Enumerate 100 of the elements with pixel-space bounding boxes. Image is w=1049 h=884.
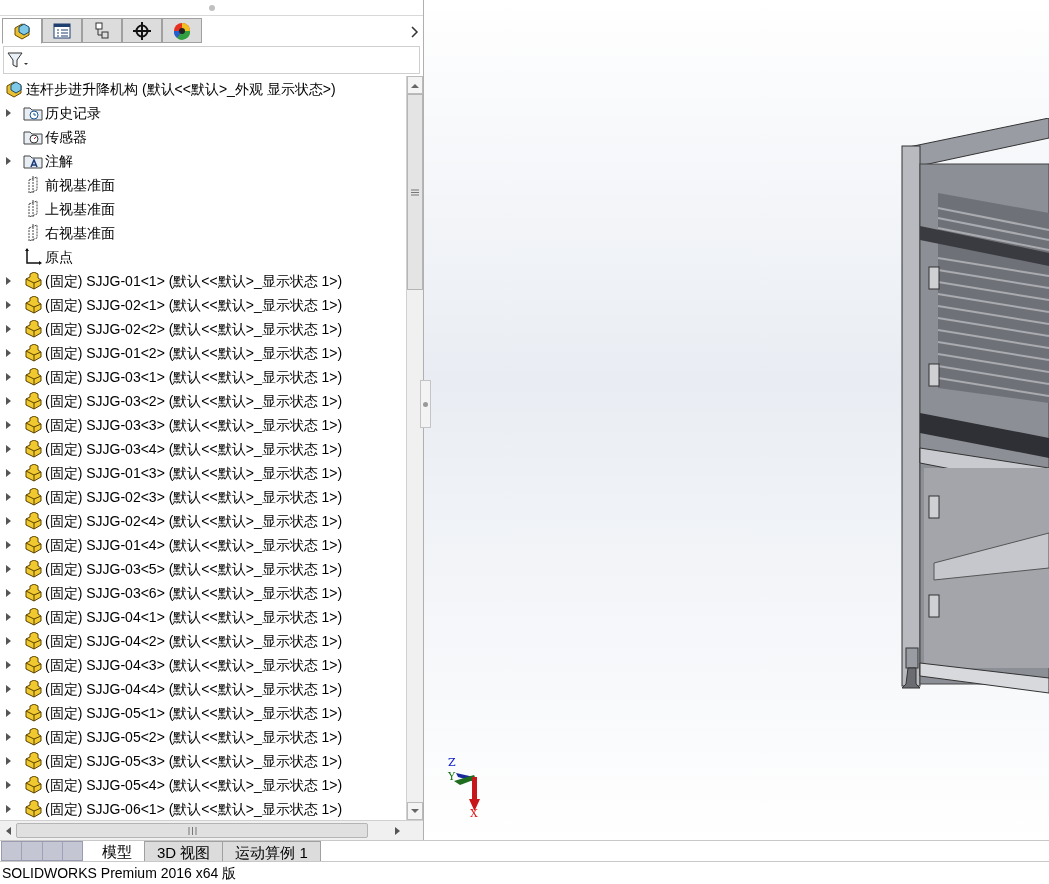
tree-item-label[interactable]: (固定) SJJG-03<5> (默认<<默认>_显示状态 1>) — [45, 558, 343, 580]
tree-item-label[interactable]: 原点 — [45, 246, 73, 268]
tree-item-label[interactable]: (固定) SJJG-05<1> (默认<<默认>_显示状态 1>) — [45, 702, 343, 724]
part-icon — [24, 800, 42, 818]
expand-arrow-icon[interactable] — [6, 421, 11, 429]
filter-icon[interactable] — [6, 50, 28, 70]
scroll-right-icon[interactable] — [395, 826, 401, 835]
expand-arrow-icon[interactable] — [6, 397, 11, 405]
annotation-folder-icon — [23, 153, 43, 169]
sensor-folder-icon — [23, 129, 43, 145]
tree-item-label[interactable]: (固定) SJJG-04<2> (默认<<默认>_显示状态 1>) — [45, 630, 343, 652]
expand-arrow-icon[interactable] — [6, 469, 11, 477]
tree-item-label[interactable]: (固定) SJJG-01<2> (默认<<默认>_显示状态 1>) — [45, 342, 343, 364]
horizontal-scroll-thumb[interactable] — [16, 823, 368, 838]
tree-item-label[interactable]: (固定) SJJG-02<2> (默认<<默认>_显示状态 1>) — [45, 318, 343, 340]
part-icon — [24, 296, 42, 314]
expand-arrow-icon[interactable] — [6, 277, 11, 285]
dimxpert-tab[interactable] — [122, 18, 162, 43]
z-axis-label: Z — [448, 757, 456, 769]
status-text: SOLIDWORKS Premium 2016 x64 版 — [2, 863, 237, 883]
expand-arrow-icon[interactable] — [6, 301, 11, 309]
tree-item-label[interactable]: 连杆步进升降机构 (默认<<默认>_外观 显示状态>) — [26, 78, 336, 100]
plane-icon — [26, 224, 40, 242]
expand-arrow-icon[interactable] — [6, 517, 11, 525]
feature-tree-icon — [12, 22, 32, 40]
display-tab[interactable] — [162, 18, 202, 43]
bottom-tab[interactable]: 3D 视图 — [145, 841, 224, 861]
part-icon — [24, 608, 42, 626]
panel-grip-icon[interactable] — [208, 4, 215, 11]
tree-item-label[interactable]: (固定) SJJG-04<3> (默认<<默认>_显示状态 1>) — [45, 654, 343, 676]
expand-arrow-icon[interactable] — [6, 493, 11, 501]
assembly-icon — [5, 80, 23, 98]
part-icon — [24, 344, 42, 362]
part-icon — [24, 728, 42, 746]
scroll-left-icon[interactable] — [5, 826, 11, 835]
display-icon — [173, 21, 191, 40]
bottom-tab[interactable]: 运动算例 1 — [223, 841, 321, 861]
expand-arrow-icon[interactable] — [6, 541, 11, 549]
tree-item-label[interactable]: (固定) SJJG-03<3> (默认<<默认>_显示状态 1>) — [45, 414, 343, 436]
tree-item-label[interactable]: (固定) SJJG-05<4> (默认<<默认>_显示状态 1>) — [45, 774, 343, 796]
tree-item-label[interactable]: 历史记录 — [45, 102, 101, 124]
part-icon — [24, 536, 42, 554]
part-icon — [24, 272, 42, 290]
expand-arrow-icon[interactable] — [6, 613, 11, 621]
expand-arrow-icon[interactable] — [6, 733, 11, 741]
plane-icon — [26, 176, 40, 194]
tree-item-label[interactable]: (固定) SJJG-01<3> (默认<<默认>_显示状态 1>) — [45, 462, 343, 484]
expand-arrow-icon[interactable] — [6, 157, 11, 165]
tree-item-label[interactable]: (固定) SJJG-02<1> (默认<<默认>_显示状态 1>) — [45, 294, 343, 316]
vertical-scrollbar[interactable] — [406, 76, 423, 820]
expand-arrow-icon[interactable] — [6, 445, 11, 453]
expand-arrow-icon[interactable] — [6, 805, 11, 813]
scroll-up-button[interactable] — [407, 76, 423, 94]
tree-item-label[interactable]: (固定) SJJG-04<1> (默认<<默认>_显示状态 1>) — [45, 606, 343, 628]
part-icon — [24, 320, 42, 338]
scroll-down-button[interactable] — [407, 802, 423, 820]
origin-icon — [24, 248, 42, 266]
expand-arrow-icon[interactable] — [6, 781, 11, 789]
part-icon — [24, 584, 42, 602]
part-icon — [24, 752, 42, 770]
expand-arrow-icon[interactable] — [6, 709, 11, 717]
expand-arrow-icon[interactable] — [6, 565, 11, 573]
tree-item-label[interactable]: (固定) SJJG-01<4> (默认<<默认>_显示状态 1>) — [45, 534, 343, 556]
x-axis-label: X — [470, 808, 478, 820]
tree-item-label[interactable]: (固定) SJJG-03<1> (默认<<默认>_显示状态 1>) — [45, 366, 343, 388]
tree-item-label[interactable]: (固定) SJJG-03<2> (默认<<默认>_显示状态 1>) — [45, 390, 343, 412]
tree-item-label[interactable]: (固定) SJJG-04<4> (默认<<默认>_显示状态 1>) — [45, 678, 343, 700]
tree-item-label[interactable]: (固定) SJJG-02<3> (默认<<默认>_显示状态 1>) — [45, 486, 343, 508]
tree-item-label[interactable]: (固定) SJJG-05<2> (默认<<默认>_显示状态 1>) — [45, 726, 343, 748]
property-icon — [53, 22, 71, 39]
tree-item-label[interactable]: (固定) SJJG-06<1> (默认<<默认>_显示状态 1>) — [45, 798, 343, 820]
splitter-handle[interactable] — [420, 380, 431, 428]
expand-arrow-icon[interactable] — [6, 637, 11, 645]
expand-arrow-icon[interactable] — [6, 373, 11, 381]
tree-item-label[interactable]: 上视基准面 — [45, 198, 115, 220]
tree-item-label[interactable]: 右视基准面 — [45, 222, 115, 244]
part-icon — [24, 680, 42, 698]
tree-item-label[interactable]: 传感器 — [45, 126, 87, 148]
horizontal-scrollbar[interactable] — [0, 820, 423, 840]
tree-item-label[interactable]: 注解 — [45, 150, 73, 172]
part-icon — [24, 656, 42, 674]
expand-arrow-icon[interactable] — [6, 325, 11, 333]
expand-arrow-icon[interactable] — [6, 589, 11, 597]
tree-item-label[interactable]: (固定) SJJG-01<1> (默认<<默认>_显示状态 1>) — [45, 270, 343, 292]
tree-item-label[interactable]: (固定) SJJG-03<4> (默认<<默认>_显示状态 1>) — [45, 438, 343, 460]
tree-item-label[interactable]: (固定) SJJG-03<6> (默认<<默认>_显示状态 1>) — [45, 582, 343, 604]
expand-arrow-icon[interactable] — [6, 349, 11, 357]
tree-item-label[interactable]: (固定) SJJG-05<3> (默认<<默认>_显示状态 1>) — [45, 750, 343, 772]
expand-arrow-icon[interactable] — [6, 757, 11, 765]
chevron-right-icon[interactable] — [411, 26, 419, 38]
expand-arrow-icon[interactable] — [6, 661, 11, 669]
part-icon — [24, 416, 42, 434]
expand-arrow-icon[interactable] — [6, 109, 11, 117]
tree-item-label[interactable]: 前视基准面 — [45, 174, 115, 196]
configuration-icon — [94, 21, 110, 40]
property-tab[interactable] — [42, 18, 82, 43]
feature-tree-tab[interactable] — [2, 18, 42, 44]
expand-arrow-icon[interactable] — [6, 685, 11, 693]
tree-item-label[interactable]: (固定) SJJG-02<4> (默认<<默认>_显示状态 1>) — [45, 510, 343, 532]
scroll-thumb[interactable] — [407, 94, 423, 290]
